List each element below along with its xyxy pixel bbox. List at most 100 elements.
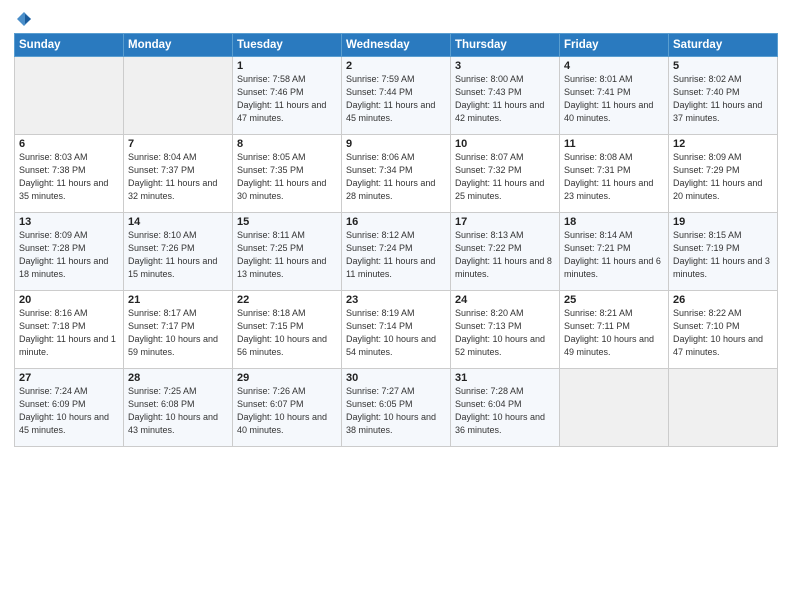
day-cell: 15Sunrise: 8:11 AMSunset: 7:25 PMDayligh… xyxy=(233,213,342,291)
day-header-friday: Friday xyxy=(560,34,669,57)
day-number: 18 xyxy=(564,216,664,228)
day-cell: 25Sunrise: 8:21 AMSunset: 7:11 PMDayligh… xyxy=(560,291,669,369)
day-cell: 11Sunrise: 8:08 AMSunset: 7:31 PMDayligh… xyxy=(560,135,669,213)
day-info: Sunrise: 7:24 AMSunset: 6:09 PMDaylight:… xyxy=(19,385,119,437)
day-cell: 29Sunrise: 7:26 AMSunset: 6:07 PMDayligh… xyxy=(233,369,342,447)
day-cell: 8Sunrise: 8:05 AMSunset: 7:35 PMDaylight… xyxy=(233,135,342,213)
day-number: 4 xyxy=(564,60,664,72)
day-number: 9 xyxy=(346,138,446,150)
day-info: Sunrise: 7:27 AMSunset: 6:05 PMDaylight:… xyxy=(346,385,446,437)
day-cell: 10Sunrise: 8:07 AMSunset: 7:32 PMDayligh… xyxy=(451,135,560,213)
day-header-monday: Monday xyxy=(124,34,233,57)
day-header-thursday: Thursday xyxy=(451,34,560,57)
day-number: 10 xyxy=(455,138,555,150)
day-number: 29 xyxy=(237,372,337,384)
day-info: Sunrise: 8:07 AMSunset: 7:32 PMDaylight:… xyxy=(455,151,555,203)
week-row-4: 20Sunrise: 8:16 AMSunset: 7:18 PMDayligh… xyxy=(15,291,778,369)
day-cell: 28Sunrise: 7:25 AMSunset: 6:08 PMDayligh… xyxy=(124,369,233,447)
day-info: Sunrise: 8:14 AMSunset: 7:21 PMDaylight:… xyxy=(564,229,664,281)
day-number: 12 xyxy=(673,138,773,150)
day-number: 21 xyxy=(128,294,228,306)
day-info: Sunrise: 8:08 AMSunset: 7:31 PMDaylight:… xyxy=(564,151,664,203)
day-info: Sunrise: 8:05 AMSunset: 7:35 PMDaylight:… xyxy=(237,151,337,203)
day-number: 23 xyxy=(346,294,446,306)
day-cell: 19Sunrise: 8:15 AMSunset: 7:19 PMDayligh… xyxy=(669,213,778,291)
day-info: Sunrise: 8:00 AMSunset: 7:43 PMDaylight:… xyxy=(455,73,555,125)
day-info: Sunrise: 7:28 AMSunset: 6:04 PMDaylight:… xyxy=(455,385,555,437)
day-info: Sunrise: 8:15 AMSunset: 7:19 PMDaylight:… xyxy=(673,229,773,281)
day-info: Sunrise: 8:22 AMSunset: 7:10 PMDaylight:… xyxy=(673,307,773,359)
day-cell: 2Sunrise: 7:59 AMSunset: 7:44 PMDaylight… xyxy=(342,57,451,135)
day-number: 11 xyxy=(564,138,664,150)
logo xyxy=(14,10,33,25)
day-cell: 22Sunrise: 8:18 AMSunset: 7:15 PMDayligh… xyxy=(233,291,342,369)
day-header-saturday: Saturday xyxy=(669,34,778,57)
day-number: 30 xyxy=(346,372,446,384)
day-cell: 14Sunrise: 8:10 AMSunset: 7:26 PMDayligh… xyxy=(124,213,233,291)
day-number: 15 xyxy=(237,216,337,228)
day-info: Sunrise: 8:19 AMSunset: 7:14 PMDaylight:… xyxy=(346,307,446,359)
week-row-3: 13Sunrise: 8:09 AMSunset: 7:28 PMDayligh… xyxy=(15,213,778,291)
day-info: Sunrise: 7:59 AMSunset: 7:44 PMDaylight:… xyxy=(346,73,446,125)
week-row-1: 1Sunrise: 7:58 AMSunset: 7:46 PMDaylight… xyxy=(15,57,778,135)
calendar-header: SundayMondayTuesdayWednesdayThursdayFrid… xyxy=(15,34,778,57)
day-number: 16 xyxy=(346,216,446,228)
day-cell: 16Sunrise: 8:12 AMSunset: 7:24 PMDayligh… xyxy=(342,213,451,291)
day-number: 20 xyxy=(19,294,119,306)
day-info: Sunrise: 8:09 AMSunset: 7:29 PMDaylight:… xyxy=(673,151,773,203)
day-cell: 31Sunrise: 7:28 AMSunset: 6:04 PMDayligh… xyxy=(451,369,560,447)
day-info: Sunrise: 8:06 AMSunset: 7:34 PMDaylight:… xyxy=(346,151,446,203)
day-info: Sunrise: 7:25 AMSunset: 6:08 PMDaylight:… xyxy=(128,385,228,437)
day-cell: 17Sunrise: 8:13 AMSunset: 7:22 PMDayligh… xyxy=(451,213,560,291)
day-cell xyxy=(124,57,233,135)
day-number: 5 xyxy=(673,60,773,72)
day-cell: 12Sunrise: 8:09 AMSunset: 7:29 PMDayligh… xyxy=(669,135,778,213)
day-cell: 18Sunrise: 8:14 AMSunset: 7:21 PMDayligh… xyxy=(560,213,669,291)
day-cell: 27Sunrise: 7:24 AMSunset: 6:09 PMDayligh… xyxy=(15,369,124,447)
day-info: Sunrise: 8:17 AMSunset: 7:17 PMDaylight:… xyxy=(128,307,228,359)
day-number: 14 xyxy=(128,216,228,228)
day-number: 27 xyxy=(19,372,119,384)
day-cell: 6Sunrise: 8:03 AMSunset: 7:38 PMDaylight… xyxy=(15,135,124,213)
day-cell: 26Sunrise: 8:22 AMSunset: 7:10 PMDayligh… xyxy=(669,291,778,369)
day-number: 7 xyxy=(128,138,228,150)
day-cell: 21Sunrise: 8:17 AMSunset: 7:17 PMDayligh… xyxy=(124,291,233,369)
day-info: Sunrise: 7:26 AMSunset: 6:07 PMDaylight:… xyxy=(237,385,337,437)
day-cell: 24Sunrise: 8:20 AMSunset: 7:13 PMDayligh… xyxy=(451,291,560,369)
day-info: Sunrise: 8:01 AMSunset: 7:41 PMDaylight:… xyxy=(564,73,664,125)
day-cell: 20Sunrise: 8:16 AMSunset: 7:18 PMDayligh… xyxy=(15,291,124,369)
day-number: 13 xyxy=(19,216,119,228)
days-row: SundayMondayTuesdayWednesdayThursdayFrid… xyxy=(15,34,778,57)
day-info: Sunrise: 8:09 AMSunset: 7:28 PMDaylight:… xyxy=(19,229,119,281)
day-info: Sunrise: 8:12 AMSunset: 7:24 PMDaylight:… xyxy=(346,229,446,281)
day-number: 17 xyxy=(455,216,555,228)
day-number: 6 xyxy=(19,138,119,150)
day-cell: 30Sunrise: 7:27 AMSunset: 6:05 PMDayligh… xyxy=(342,369,451,447)
day-cell: 7Sunrise: 8:04 AMSunset: 7:37 PMDaylight… xyxy=(124,135,233,213)
day-info: Sunrise: 8:04 AMSunset: 7:37 PMDaylight:… xyxy=(128,151,228,203)
day-info: Sunrise: 8:11 AMSunset: 7:25 PMDaylight:… xyxy=(237,229,337,281)
day-number: 8 xyxy=(237,138,337,150)
header xyxy=(14,10,778,25)
day-number: 19 xyxy=(673,216,773,228)
week-row-2: 6Sunrise: 8:03 AMSunset: 7:38 PMDaylight… xyxy=(15,135,778,213)
day-info: Sunrise: 8:02 AMSunset: 7:40 PMDaylight:… xyxy=(673,73,773,125)
week-row-5: 27Sunrise: 7:24 AMSunset: 6:09 PMDayligh… xyxy=(15,369,778,447)
day-info: Sunrise: 8:16 AMSunset: 7:18 PMDaylight:… xyxy=(19,307,119,359)
day-number: 1 xyxy=(237,60,337,72)
day-cell: 9Sunrise: 8:06 AMSunset: 7:34 PMDaylight… xyxy=(342,135,451,213)
day-info: Sunrise: 8:03 AMSunset: 7:38 PMDaylight:… xyxy=(19,151,119,203)
day-header-sunday: Sunday xyxy=(15,34,124,57)
day-number: 22 xyxy=(237,294,337,306)
day-header-tuesday: Tuesday xyxy=(233,34,342,57)
day-info: Sunrise: 8:18 AMSunset: 7:15 PMDaylight:… xyxy=(237,307,337,359)
day-info: Sunrise: 8:10 AMSunset: 7:26 PMDaylight:… xyxy=(128,229,228,281)
calendar-body: 1Sunrise: 7:58 AMSunset: 7:46 PMDaylight… xyxy=(15,57,778,447)
day-info: Sunrise: 8:21 AMSunset: 7:11 PMDaylight:… xyxy=(564,307,664,359)
day-cell: 23Sunrise: 8:19 AMSunset: 7:14 PMDayligh… xyxy=(342,291,451,369)
day-info: Sunrise: 8:13 AMSunset: 7:22 PMDaylight:… xyxy=(455,229,555,281)
day-cell: 13Sunrise: 8:09 AMSunset: 7:28 PMDayligh… xyxy=(15,213,124,291)
day-number: 24 xyxy=(455,294,555,306)
day-cell xyxy=(15,57,124,135)
day-number: 25 xyxy=(564,294,664,306)
